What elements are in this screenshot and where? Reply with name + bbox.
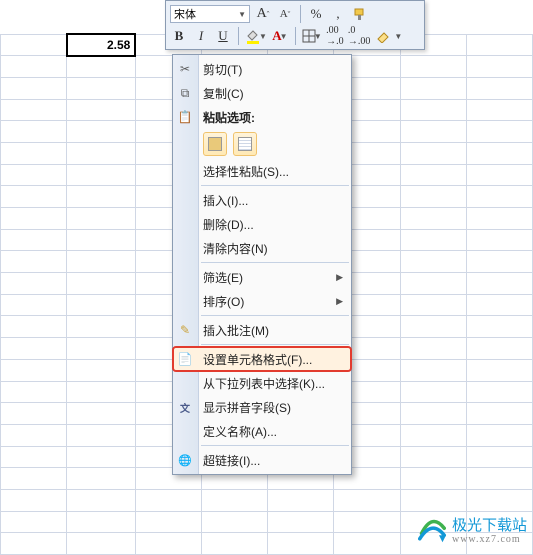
watermark: 极光下载站 www.xz7.com [418, 514, 527, 545]
context-menu: 剪切(T) 复制(C) 粘贴选项: 选择性粘贴(S)... 插入(I)... 删… [172, 54, 352, 475]
brush-icon [353, 7, 367, 21]
chevron-down-icon: ▼ [394, 32, 402, 41]
menu-label: 排序(O) [203, 293, 244, 310]
font-name-value: 宋体 [174, 6, 196, 22]
watermark-logo-icon [418, 516, 446, 544]
menu-label: 删除(D)... [203, 216, 254, 233]
bold-button[interactable]: B [170, 27, 188, 45]
increase-decimal-button[interactable]: .00→.0 [326, 27, 344, 45]
menu-item-paste-special[interactable]: 选择性粘贴(S)... [173, 159, 351, 183]
comma-style-button[interactable]: , [329, 5, 347, 23]
fill-color-button[interactable]: ▼ [245, 27, 267, 45]
menu-label: 插入(I)... [203, 192, 248, 209]
watermark-title: 极光下载站 [452, 518, 527, 534]
menu-label: 定义名称(A)... [203, 423, 277, 440]
menu-item-format-cells[interactable]: 设置单元格格式(F)... [173, 347, 351, 371]
menu-separator [201, 344, 349, 345]
menu-label: 设置单元格格式(F)... [203, 351, 312, 368]
menu-item-delete[interactable]: 删除(D)... [173, 212, 351, 236]
format-cells-icon [177, 351, 193, 367]
decrease-decimal-button[interactable]: .0→.00 [348, 27, 371, 45]
italic-button[interactable]: I [192, 27, 210, 45]
menu-label: 清除内容(N) [203, 240, 268, 257]
menu-label: 超链接(I)... [203, 452, 260, 469]
menu-item-hyperlink[interactable]: 超链接(I)... [173, 448, 351, 472]
menu-label: 粘贴选项: [203, 109, 255, 126]
menu-label: 插入批注(M) [203, 322, 269, 339]
paste-options-row [173, 129, 351, 159]
submenu-arrow-icon: ▶ [336, 296, 343, 307]
separator [238, 27, 239, 45]
menu-item-paste-options: 粘贴选项: [173, 105, 351, 129]
chevron-down-icon: ▼ [280, 32, 288, 41]
menu-item-copy[interactable]: 复制(C) [173, 81, 351, 105]
menu-separator [201, 185, 349, 186]
scissors-icon [177, 61, 193, 77]
mini-toolbar: 宋体 ▼ Aˆ Aˇ % , B I U ▼ A ▼ ▼ .00→.0 [165, 0, 425, 50]
paste-option-keep-source[interactable] [203, 132, 227, 156]
grow-font-button[interactable]: Aˆ [254, 5, 272, 23]
comment-icon [177, 322, 193, 338]
menu-label: 选择性粘贴(S)... [203, 163, 289, 180]
clipboard-icon [177, 109, 193, 125]
watermark-url: www.xz7.com [452, 535, 527, 545]
cell[interactable] [1, 34, 67, 56]
menu-item-cut[interactable]: 剪切(T) [173, 57, 351, 81]
menu-label: 复制(C) [203, 85, 244, 102]
menu-item-pick-from-list[interactable]: 从下拉列表中选择(K)... [173, 371, 351, 395]
underline-button[interactable]: U [214, 27, 232, 45]
clear-button[interactable] [374, 27, 392, 45]
menu-label: 剪切(T) [203, 61, 242, 78]
menu-separator [201, 445, 349, 446]
menu-separator [201, 262, 349, 263]
menu-item-sort[interactable]: 排序(O) ▶ [173, 289, 351, 313]
separator [300, 5, 301, 23]
menu-item-insert-comment[interactable]: 插入批注(M) [173, 318, 351, 342]
menu-separator [201, 315, 349, 316]
separator [295, 27, 296, 45]
globe-link-icon [177, 452, 193, 468]
percent-style-button[interactable]: % [307, 5, 325, 23]
menu-label: 筛选(E) [203, 269, 243, 286]
chevron-down-icon: ▼ [259, 32, 267, 41]
copy-icon [177, 85, 193, 101]
eraser-icon [376, 29, 390, 43]
menu-label: 从下拉列表中选择(K)... [203, 375, 325, 392]
format-painter-button[interactable] [351, 5, 369, 23]
menu-label: 显示拼音字段(S) [203, 399, 291, 416]
pinyin-icon [177, 399, 193, 415]
menu-item-show-pinyin[interactable]: 显示拼音字段(S) [173, 395, 351, 419]
chevron-down-icon: ▼ [238, 10, 246, 19]
chevron-down-icon: ▼ [314, 32, 322, 41]
borders-button[interactable]: ▼ [302, 27, 322, 45]
menu-item-insert[interactable]: 插入(I)... [173, 188, 351, 212]
paste-option-values[interactable] [233, 132, 257, 156]
submenu-arrow-icon: ▶ [336, 272, 343, 283]
selected-cell[interactable]: 2.58 [67, 34, 136, 56]
font-name-combo[interactable]: 宋体 ▼ [170, 5, 250, 23]
menu-item-filter[interactable]: 筛选(E) ▶ [173, 265, 351, 289]
menu-item-define-name[interactable]: 定义名称(A)... [173, 419, 351, 443]
shrink-font-button[interactable]: Aˇ [276, 5, 294, 23]
font-color-button[interactable]: A ▼ [271, 27, 289, 45]
menu-item-clear-contents[interactable]: 清除内容(N) [173, 236, 351, 260]
